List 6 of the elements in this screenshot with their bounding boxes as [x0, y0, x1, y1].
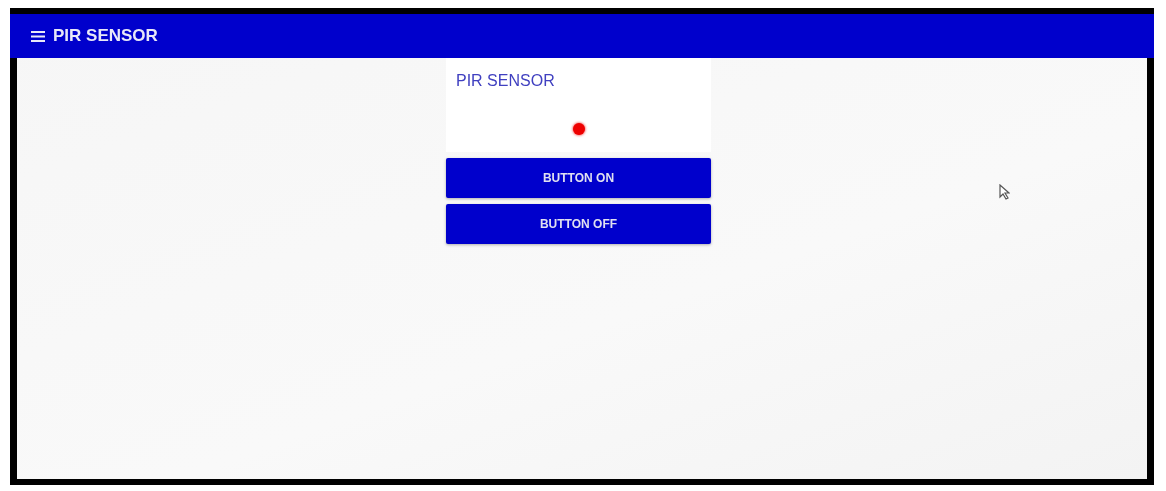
cursor-icon	[999, 184, 1010, 200]
app-title: PIR SENSOR	[53, 26, 158, 46]
action-button[interactable]: BUTTON ON	[446, 158, 711, 198]
card-title: PIR SENSOR	[456, 72, 556, 90]
action-button[interactable]: BUTTON OFF	[446, 204, 711, 244]
menu-icon[interactable]	[31, 30, 45, 42]
